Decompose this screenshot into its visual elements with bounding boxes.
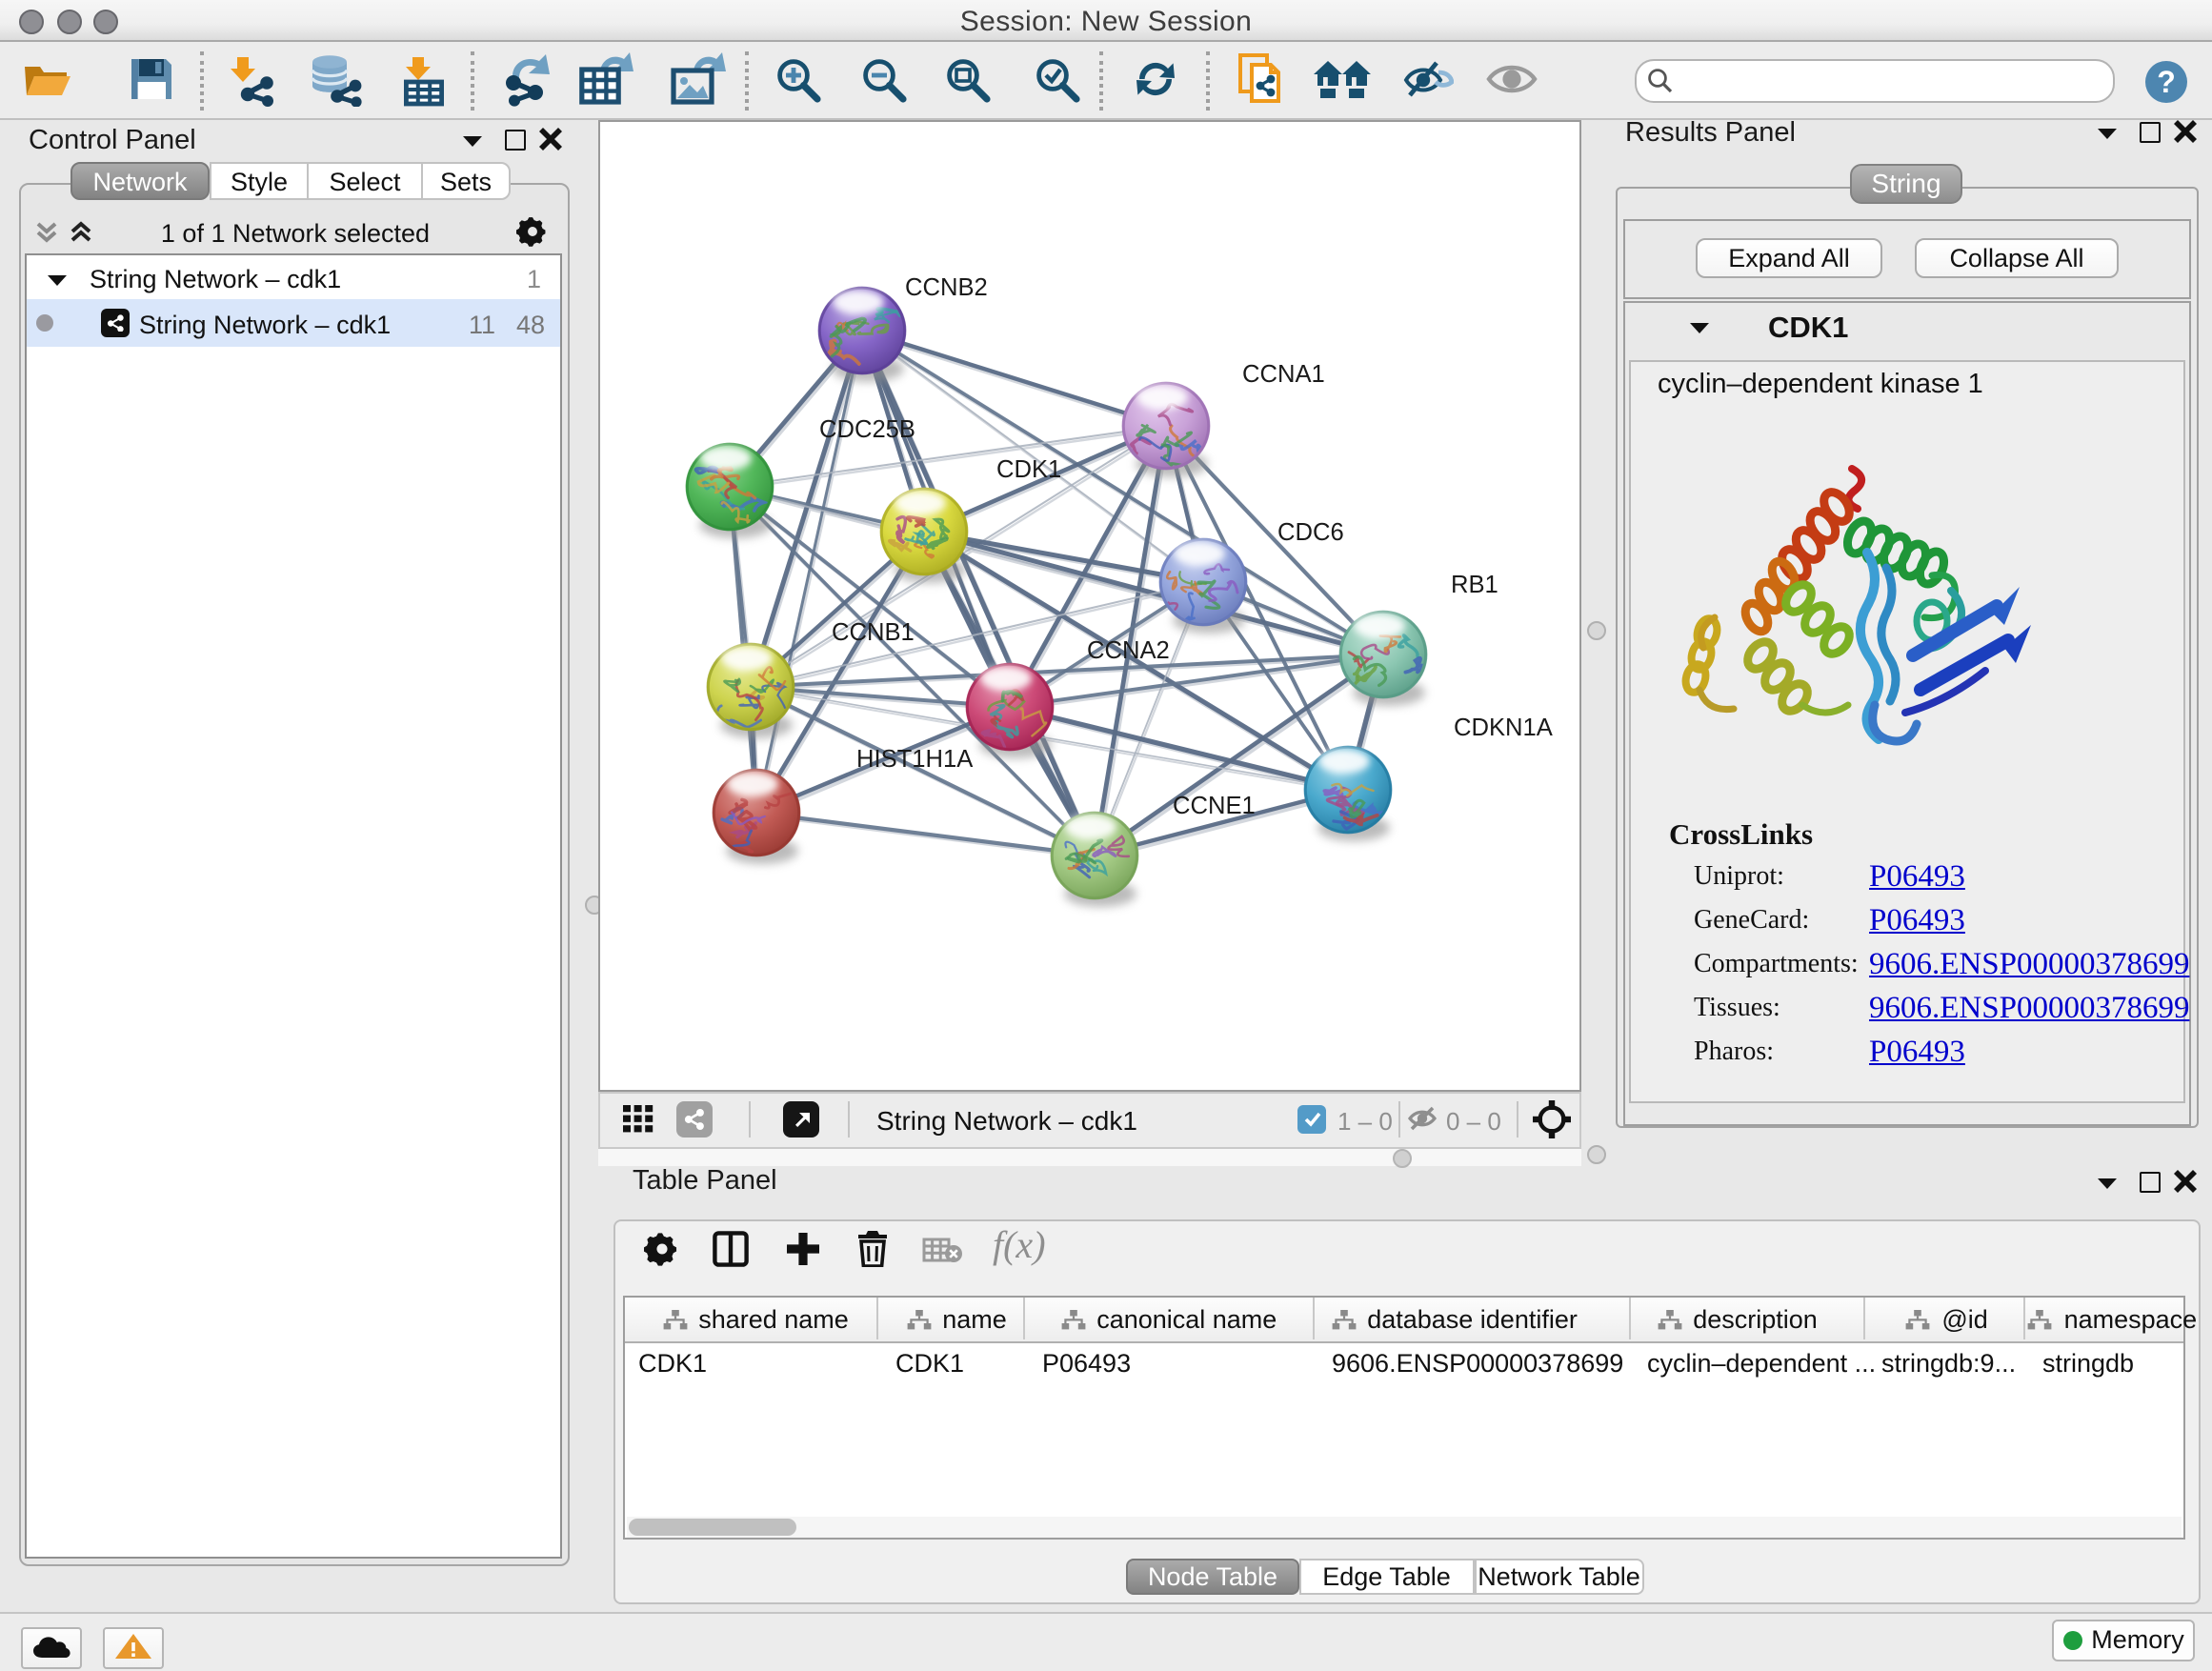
svg-text:CDC25B: CDC25B: [819, 416, 915, 443]
svg-text:CCNE1: CCNE1: [1173, 793, 1256, 819]
svg-text:CDKN1A: CDKN1A: [1454, 715, 1554, 741]
svg-text:HIST1H1A: HIST1H1A: [856, 746, 974, 773]
svg-text:CCNA1: CCNA1: [1242, 361, 1325, 388]
svg-text:?: ?: [2157, 65, 2176, 99]
svg-text:CCNB2: CCNB2: [905, 274, 988, 301]
svg-text:RB1: RB1: [1451, 572, 1498, 598]
svg-text:CDK1: CDK1: [996, 456, 1061, 483]
svg-text:CCNB1: CCNB1: [832, 619, 915, 646]
svg-text:CCNA2: CCNA2: [1087, 637, 1170, 664]
svg-text:CDC6: CDC6: [1277, 519, 1344, 546]
